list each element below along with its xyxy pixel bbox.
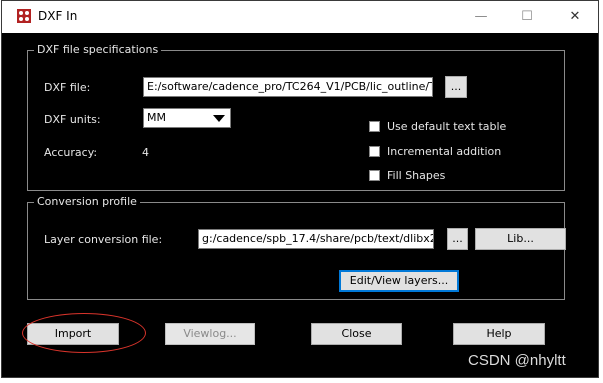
group-title: Conversion profile (34, 195, 140, 208)
import-button[interactable]: Import (27, 323, 119, 345)
layer-conversion-file-label: Layer conversion file: (44, 233, 163, 246)
dxf-file-input[interactable]: E:/software/cadence_pro/TC264_V1/PCB/lic… (143, 77, 433, 97)
app-icon (17, 9, 31, 23)
layer-file-browse-button[interactable]: ... (447, 228, 468, 250)
minimize-button[interactable]: — (458, 1, 504, 33)
layer-conversion-file-input[interactable]: g:/cadence/spb_17.4/share/pcb/text/dlibx… (198, 229, 434, 249)
group-title: DXF file specifications (34, 43, 162, 56)
fill-shapes-label: Fill Shapes (387, 169, 446, 182)
close-button[interactable]: Close (311, 323, 402, 345)
fill-shapes-checkbox[interactable] (369, 170, 380, 181)
title-bar: DXF In — ☐ ✕ (2, 1, 598, 33)
chevron-down-icon (213, 115, 225, 122)
lib-button[interactable]: Lib... (475, 228, 566, 250)
dxf-in-dialog: DXF In — ☐ ✕ DXF file specifications DXF… (1, 0, 599, 378)
dxf-units-label: DXF units: (44, 113, 101, 126)
accuracy-label: Accuracy: (44, 146, 98, 159)
viewlog-button: Viewlog... (165, 323, 255, 345)
dxf-units-value: MM (147, 111, 166, 124)
accuracy-value: 4 (142, 146, 149, 159)
dxf-file-label: DXF file: (44, 81, 91, 94)
use-default-text-table-label: Use default text table (387, 120, 507, 133)
conversion-profile-group: Conversion profile (27, 195, 565, 300)
maximize-button[interactable]: ☐ (504, 1, 550, 33)
window-title: DXF In (38, 9, 78, 23)
dxf-units-select[interactable]: MM (143, 108, 231, 128)
help-button[interactable]: Help (453, 323, 545, 345)
edit-view-layers-button[interactable]: Edit/View layers... (339, 270, 459, 292)
incremental-addition-label: Incremental addition (387, 145, 502, 158)
incremental-addition-checkbox[interactable] (369, 146, 380, 157)
watermark-text: CSDN @nhyltt (468, 352, 566, 369)
close-window-button[interactable]: ✕ (552, 1, 598, 33)
dxf-file-browse-button[interactable]: ... (445, 76, 467, 98)
use-default-text-table-checkbox[interactable] (369, 121, 380, 132)
